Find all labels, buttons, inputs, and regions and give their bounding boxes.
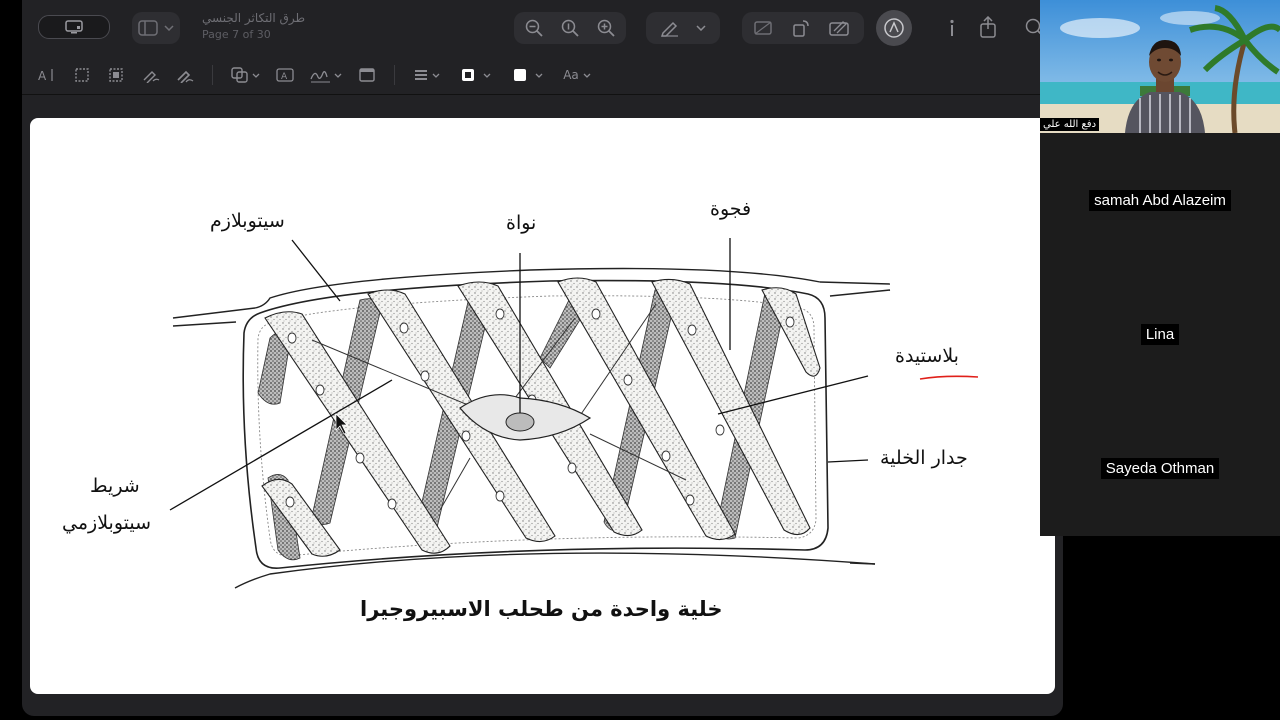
toolbar-divider (212, 65, 213, 85)
toolbar-divider (394, 65, 395, 85)
participant-name: Sayeda Othman (1100, 458, 1220, 479)
sketch-tool[interactable] (140, 66, 162, 84)
markup-icon (884, 18, 904, 38)
chevron-down-icon (334, 73, 342, 78)
label-cytoplasm: سيتوبلازم (210, 210, 285, 232)
window-mode-button[interactable] (38, 15, 110, 39)
label-vacuole: فجوة (710, 198, 752, 220)
pdf-viewer-window: طرق التكاثر الجنسي Page 7 of 30 A A Aa س… (22, 0, 1063, 716)
markup-menu-button[interactable] (646, 12, 720, 44)
participants-panel: دفع الله علي samah Abd Alazeim Lina Saye… (1040, 0, 1280, 536)
chevron-down-icon (535, 73, 543, 78)
document-title: طرق التكاثر الجنسي (202, 11, 306, 25)
participant-name: Lina (1140, 324, 1180, 345)
chevron-down-icon (432, 73, 440, 78)
shapes-menu[interactable] (228, 66, 262, 84)
draw-icon (177, 70, 194, 83)
sketch-icon (143, 71, 160, 83)
label-strand-line1: شريط (90, 475, 140, 497)
zoom-out-icon[interactable] (525, 19, 543, 37)
sign-menu[interactable] (308, 66, 344, 84)
signature-icon[interactable] (829, 19, 853, 37)
info-icon (950, 19, 954, 36)
page-indicator: Page 7 of 30 (202, 28, 271, 41)
fill-color-menu[interactable] (510, 66, 546, 84)
edit-tools-group (742, 12, 864, 44)
chevron-down-icon (583, 73, 591, 78)
text-box-tool[interactable]: A (274, 66, 296, 84)
share-button[interactable] (977, 15, 999, 39)
host-name-label: دفع الله علي (1040, 118, 1100, 131)
text-cursor-icon: A (38, 69, 53, 82)
markup-toggle-button[interactable] (876, 10, 912, 46)
markup-toolbar: A A Aa (22, 56, 1063, 95)
rect-select-icon (75, 68, 89, 82)
window-icon (359, 68, 375, 82)
line-style-menu[interactable] (410, 66, 444, 84)
diagram-caption: خلية واحدة من طحلب الاسبيروجيرا (360, 597, 723, 621)
redact-tool[interactable] (106, 66, 126, 84)
crop-icon[interactable] (753, 19, 773, 37)
draw-tool[interactable] (174, 66, 196, 84)
sidebar-toggle-button[interactable] (132, 12, 180, 44)
rectangular-selection-tool[interactable] (72, 66, 92, 84)
border-color-icon (462, 69, 474, 81)
share-icon (980, 16, 996, 38)
rotate-icon[interactable] (791, 19, 811, 37)
svg-text:A: A (38, 69, 47, 82)
text-selection-tool[interactable]: A (36, 66, 58, 84)
chevron-down-icon (696, 25, 706, 31)
actual-size-icon[interactable] (561, 19, 579, 37)
info-button[interactable] (942, 17, 962, 39)
sidebar-icon (138, 20, 158, 36)
chevron-down-icon (483, 73, 491, 78)
label-plastid: بلاستيدة (895, 345, 959, 367)
svg-text:A: A (281, 72, 288, 82)
pdf-page: سيتوبلازم نواة فجوة بلاستيدة جدار الخلية… (30, 118, 1055, 694)
page-layout-tool[interactable] (356, 66, 378, 84)
label-nucleus: نواة (506, 212, 537, 234)
chevron-down-icon (252, 73, 259, 78)
participant-tile[interactable]: samah Abd Alazeim (1040, 190, 1280, 211)
participant-tile[interactable]: Lina (1040, 324, 1280, 345)
text-style-menu[interactable]: Aa (560, 66, 594, 84)
host-video[interactable]: دفع الله علي (1040, 0, 1280, 133)
fill-color-icon (514, 69, 526, 81)
line-style-icon (415, 70, 427, 80)
border-color-menu[interactable] (458, 66, 494, 84)
participant-name: samah Abd Alazeim (1089, 190, 1231, 211)
zoom-controls (514, 12, 626, 44)
redact-icon (109, 68, 123, 82)
chevron-down-icon (164, 25, 174, 31)
shapes-icon (230, 67, 248, 83)
pen-icon (660, 21, 678, 37)
label-strand-line2: سيتوبلازمي (62, 512, 152, 534)
zoom-in-icon[interactable] (597, 19, 615, 37)
text-style-label: Aa (563, 68, 579, 82)
display-icon (65, 20, 83, 34)
participant-tile[interactable]: Sayeda Othman (1040, 458, 1280, 479)
label-cell-wall: جدار الخلية (880, 447, 968, 469)
main-toolbar: طرق التكاثر الجنسي Page 7 of 30 (22, 0, 1063, 56)
signature-icon (310, 71, 330, 83)
text-box-icon: A (276, 68, 294, 82)
video-frame (1040, 0, 1280, 133)
